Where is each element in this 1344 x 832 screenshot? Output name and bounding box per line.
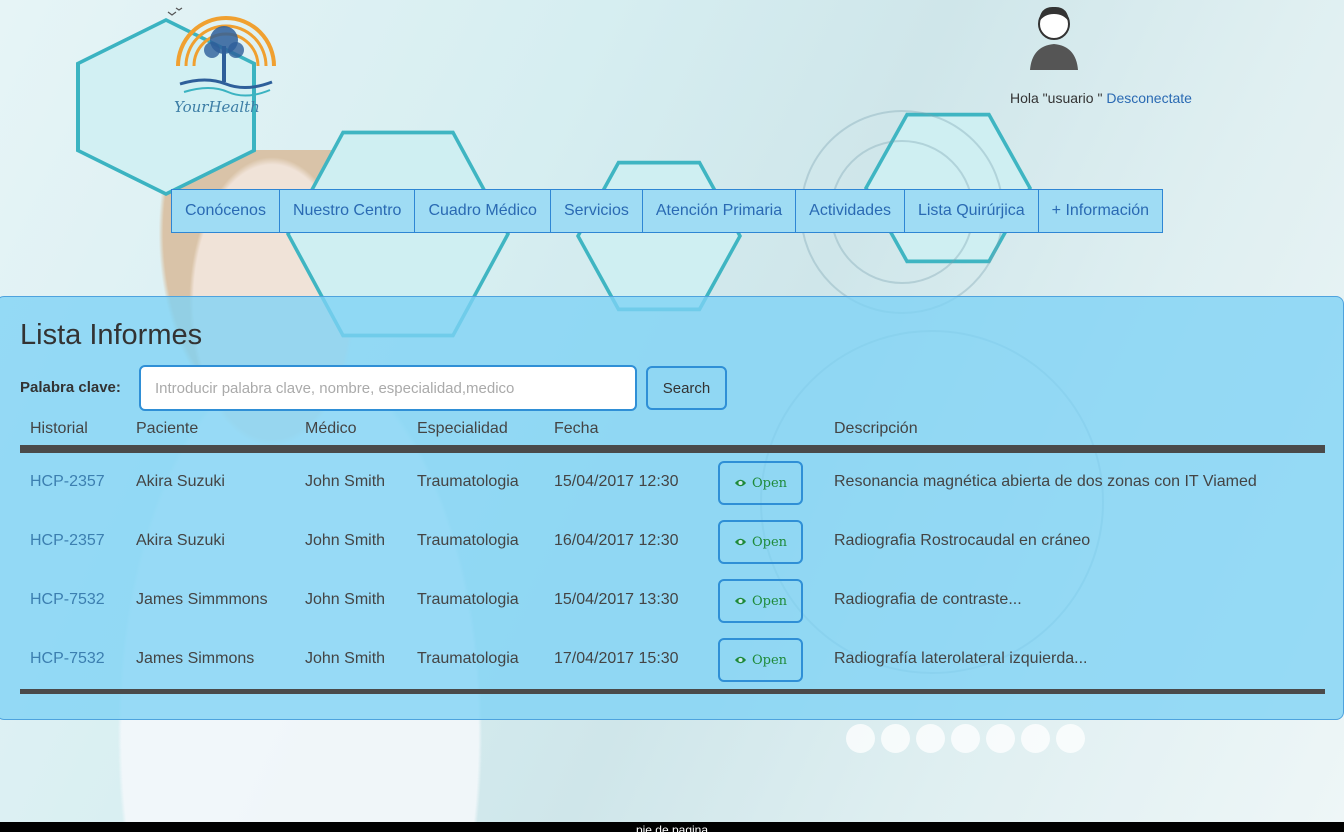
nav-item-actividades[interactable]: Actividades — [795, 189, 905, 233]
greeting-text: Hola "usuario " — [1010, 90, 1103, 106]
historial-link[interactable]: HCP-2357 — [30, 532, 105, 550]
column-header-medico: Médico — [305, 420, 357, 437]
column-header-descripcion: Descripción — [834, 420, 918, 437]
cell-especialidad: Traumatologia — [417, 650, 519, 667]
eye-icon — [734, 538, 747, 546]
user-avatar-icon — [1030, 6, 1078, 70]
nav-item-atencion-primaria[interactable]: Atención Primaria — [641, 189, 797, 233]
cell-medico: John Smith — [305, 532, 386, 549]
open-report-button[interactable]: Open — [718, 461, 803, 505]
historial-link[interactable]: HCP-7532 — [30, 650, 105, 668]
cell-descripcion: Resonancia magnética abierta de dos zona… — [834, 473, 1257, 490]
cell-descripcion: Radiografía laterolateral izquierda... — [834, 650, 1088, 667]
nav-item-conocenos[interactable]: Conócenos — [171, 189, 280, 233]
background-hexagon — [576, 160, 742, 312]
user-panel: Hola "usuario " Desconectate — [1000, 0, 1200, 110]
open-report-button[interactable]: Open — [718, 520, 803, 564]
table-row: HCP-7532 James Simmmons John Smith Traum… — [20, 572, 1325, 631]
cell-fecha: 17/04/2017 15:30 — [554, 650, 679, 667]
column-header-historial: Historial — [30, 420, 88, 437]
cell-especialidad: Traumatologia — [417, 591, 519, 608]
logout-link[interactable]: Desconectate — [1106, 90, 1192, 106]
cell-fecha: 15/04/2017 13:30 — [554, 591, 679, 608]
nav-item-nuestro-centro[interactable]: Nuestro Centro — [278, 189, 416, 233]
cell-descripcion: Radiografia de contraste... — [834, 591, 1022, 608]
table-row: HCP-7532 James Simmons John Smith Trauma… — [20, 631, 1325, 690]
nav-item-servicios[interactable]: Servicios — [549, 189, 643, 233]
open-report-button[interactable]: Open — [718, 638, 803, 682]
background-dots — [846, 724, 1085, 753]
open-label: Open — [751, 652, 788, 668]
table-row: HCP-2357 Akira Suzuki John Smith Traumat… — [20, 454, 1325, 513]
cell-descripcion: Radiografia Rostrocaudal en cráneo — [834, 532, 1091, 549]
cell-especialidad: Traumatologia — [417, 532, 519, 549]
historial-link[interactable]: HCP-7532 — [30, 591, 105, 609]
main-nav: Conócenos Nuestro Centro Cuadro Médico S… — [171, 189, 1164, 233]
tree-logo-icon — [167, 7, 276, 97]
cell-fecha: 16/04/2017 12:30 — [554, 532, 679, 549]
open-label: Open — [751, 475, 788, 491]
logo-text: YourHealth — [174, 98, 260, 116]
eye-icon — [734, 656, 747, 664]
open-label: Open — [751, 593, 788, 609]
cell-paciente: Akira Suzuki — [136, 473, 225, 490]
cell-paciente: James Simmons — [136, 650, 255, 667]
column-header-especialidad: Especialidad — [417, 420, 508, 437]
logo[interactable]: YourHealth — [76, 4, 286, 196]
cell-paciente: Akira Suzuki — [136, 532, 225, 549]
column-header-paciente: Paciente — [136, 420, 199, 437]
cell-especialidad: Traumatologia — [417, 473, 519, 490]
search-button[interactable]: Search — [646, 366, 727, 410]
table-row: HCP-2357 Akira Suzuki John Smith Traumat… — [20, 513, 1325, 572]
nav-item-cuadro-medico[interactable]: Cuadro Médico — [414, 189, 551, 233]
search-input[interactable] — [139, 365, 637, 411]
cell-medico: John Smith — [305, 650, 386, 667]
eye-icon — [734, 479, 747, 487]
cell-fecha: 15/04/2017 12:30 — [554, 473, 679, 490]
table-header-divider — [20, 445, 1325, 453]
cell-paciente: James Simmmons — [136, 591, 268, 608]
cell-medico: John Smith — [305, 591, 386, 608]
footer-text: pie de pagina — [635, 823, 709, 832]
nav-item-mas-informacion[interactable]: + Información — [1037, 189, 1164, 233]
open-label: Open — [751, 534, 788, 550]
eye-icon — [734, 597, 747, 605]
table-footer-divider — [20, 689, 1325, 694]
page-title: Lista Informes — [20, 319, 203, 351]
open-report-button[interactable]: Open — [718, 579, 803, 623]
reports-panel: Lista Informes Palabra clave: Search His… — [0, 296, 1344, 720]
page-footer: pie de pagina — [0, 822, 1344, 832]
historial-link[interactable]: HCP-2357 — [30, 473, 105, 491]
column-header-fecha: Fecha — [554, 420, 599, 437]
cell-medico: John Smith — [305, 473, 386, 490]
nav-item-lista-quirurjica[interactable]: Lista Quirúrjica — [903, 189, 1039, 233]
user-greeting: Hola "usuario " Desconectate — [1010, 90, 1192, 106]
search-label: Palabra clave: — [20, 379, 121, 396]
